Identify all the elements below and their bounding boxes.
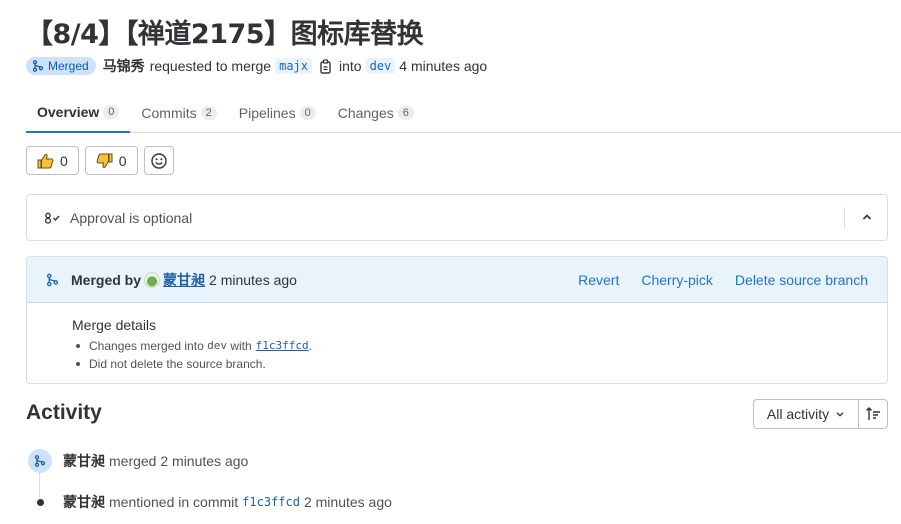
tab-commits[interactable]: Commits 2 — [130, 92, 227, 133]
thumbs-up-button[interactable]: 0 — [26, 146, 79, 175]
status-badge: Merged — [26, 57, 96, 75]
timeline-item: 蒙甘昶 merged 2 minutes ago — [28, 449, 248, 473]
smiley-icon — [150, 152, 167, 169]
timeline-time: 2 minutes ago — [303, 494, 392, 510]
thumbs-down-count: 0 — [118, 152, 127, 169]
activity-title: Activity — [26, 401, 102, 424]
chevron-down-icon — [836, 412, 844, 417]
merged-by-user[interactable]: 蒙甘昶 — [163, 270, 205, 290]
detail-text: . — [308, 339, 312, 353]
sort-button[interactable] — [858, 399, 888, 429]
timeline-action: merged — [109, 453, 157, 469]
sort-icon — [866, 407, 880, 420]
commit-sha-link[interactable]: f1c3ffcd — [242, 495, 300, 509]
author-name[interactable]: 马锦秀 — [103, 56, 145, 76]
tab-label: Overview — [37, 103, 100, 120]
tab-count: 6 — [397, 105, 414, 120]
list-item: Did not delete the source branch. — [76, 355, 887, 373]
merged-by-label: Merged by — [71, 271, 142, 288]
reactions-bar: 0 0 — [26, 146, 174, 175]
source-branch[interactable]: majx — [275, 58, 312, 74]
detail-branch: dev — [207, 339, 227, 352]
tab-label: Changes — [337, 104, 394, 121]
detail-text: with — [230, 339, 252, 353]
tab-label: Commits — [141, 104, 197, 121]
mr-tabs: Overview 0 Commits 2 Pipelines 0 Changes… — [26, 92, 901, 133]
tab-count: 0 — [299, 105, 316, 120]
mr-meta: Merged 马锦秀 requested to merge majx into … — [26, 56, 487, 76]
copy-icon[interactable] — [320, 58, 333, 74]
list-item: Changes merged into dev with f1c3ffcd. — [76, 337, 887, 355]
tab-label: Pipelines — [238, 104, 296, 121]
chevron-up-icon[interactable] — [861, 211, 873, 223]
timeline-user[interactable]: 蒙甘昶 — [63, 451, 105, 471]
thumbs-down-icon — [96, 153, 113, 168]
divider — [844, 207, 845, 229]
tab-count: 2 — [200, 105, 217, 120]
tab-changes[interactable]: Changes 6 — [327, 92, 425, 133]
tab-overview[interactable]: Overview 0 — [26, 92, 131, 133]
thumbs-up-count: 0 — [60, 152, 68, 169]
commit-sha-link[interactable]: f1c3ffcd — [256, 337, 309, 355]
timeline-item: 蒙甘昶 mentioned in commit f1c3ffcd 2 minut… — [28, 492, 392, 512]
target-branch[interactable]: dev — [365, 58, 396, 74]
merged-widget: Merged by 蒙甘昶 2 minutes ago Revert Cherr… — [26, 256, 888, 384]
mr-title: 【8/4】【禅道2175】图标库替换 — [26, 19, 424, 50]
activity-filter-dropdown[interactable]: All activity — [753, 399, 859, 429]
thumbs-down-button[interactable]: 0 — [84, 146, 138, 175]
cherry-pick-button[interactable]: Cherry-pick — [641, 272, 713, 288]
thumbs-up-icon — [37, 153, 54, 168]
tab-count: 0 — [103, 104, 120, 119]
status-label: Merged — [48, 59, 89, 73]
delete-source-branch-button[interactable]: Delete source branch — [735, 272, 868, 288]
timeline-dot — [36, 498, 44, 506]
approval-icon — [44, 212, 61, 224]
approval-text: Approval is optional — [70, 209, 193, 226]
merge-icon — [32, 60, 44, 72]
merge-details-title: Merge details — [72, 317, 157, 333]
activity-filter-label: All activity — [766, 406, 830, 422]
requested-text: requested to merge — [149, 58, 272, 74]
merge-details: Merge details Changes merged into dev wi… — [27, 303, 887, 373]
detail-text: Changes merged into — [89, 339, 204, 353]
approval-widget: Approval is optional — [26, 194, 888, 241]
timeline-action: mentioned in commit — [109, 494, 239, 510]
merged-time: 2 minutes ago — [209, 271, 297, 288]
detail-text: Did not delete the source branch. — [89, 357, 266, 371]
revert-button[interactable]: Revert — [578, 272, 619, 288]
into-text: into — [339, 58, 362, 74]
tab-pipelines[interactable]: Pipelines 0 — [228, 92, 327, 133]
timeline-user[interactable]: 蒙甘昶 — [63, 492, 105, 512]
merged-header: Merged by 蒙甘昶 2 minutes ago Revert Cherr… — [27, 257, 887, 303]
merge-icon — [28, 449, 52, 473]
mr-time: 4 minutes ago — [399, 58, 488, 74]
merge-icon — [46, 273, 59, 287]
avatar[interactable] — [144, 271, 161, 288]
add-reaction-button[interactable] — [143, 146, 174, 175]
timeline-time: 2 minutes ago — [160, 453, 249, 469]
